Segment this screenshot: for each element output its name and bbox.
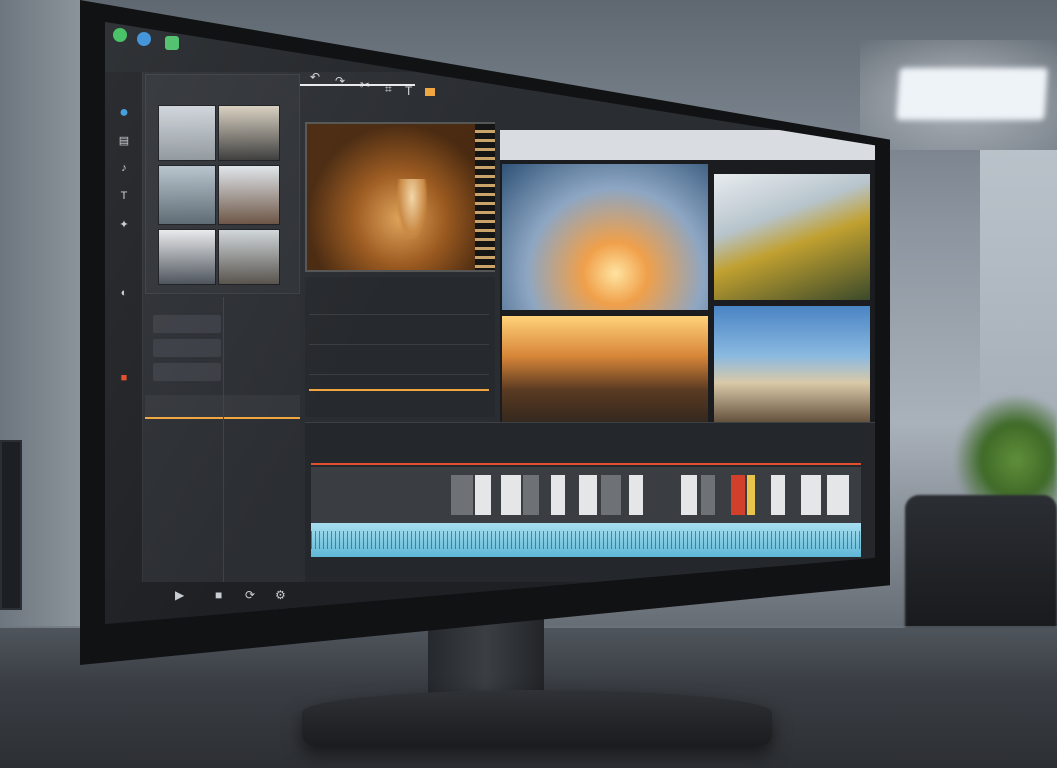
timeline-marker-line: [311, 463, 861, 465]
video-clip[interactable]: [601, 475, 621, 515]
video-clip[interactable]: [451, 475, 473, 515]
preview-tile-boat[interactable]: [712, 172, 872, 302]
left-tool-rail: [105, 72, 143, 624]
monitor-screen: ↶ ↷ ✂ ⌗ T ● ▤ ♪ T ✦ ◐ ■: [105, 22, 875, 624]
media-library-panel: [145, 74, 300, 294]
home-icon[interactable]: ●: [115, 104, 133, 121]
effects-icon[interactable]: ✦: [115, 218, 133, 232]
property-row[interactable]: [153, 315, 221, 333]
media-thumbnail[interactable]: [218, 105, 280, 161]
video-clip[interactable]: [475, 475, 491, 515]
preview-tile-street[interactable]: [500, 314, 710, 432]
properties-panel: [145, 297, 300, 617]
source-viewer[interactable]: [305, 122, 495, 272]
media-icon[interactable]: ▤: [115, 134, 133, 148]
monitor-stand-base: [302, 690, 772, 746]
control-accent-line: [309, 389, 489, 391]
color-icon[interactable]: [425, 88, 435, 96]
audio-icon[interactable]: ♪: [115, 162, 133, 176]
media-thumbnail[interactable]: [158, 165, 216, 225]
property-row[interactable]: [153, 339, 221, 357]
text-icon[interactable]: T: [405, 84, 412, 98]
preview-tile-beach[interactable]: [712, 304, 872, 432]
program-preview-grid[interactable]: [500, 132, 875, 432]
loop-icon[interactable]: ⟳: [245, 588, 255, 602]
media-thumbnail[interactable]: [218, 229, 280, 285]
media-thumbnail[interactable]: [158, 105, 216, 161]
video-clip[interactable]: [629, 475, 643, 515]
video-clip[interactable]: [501, 475, 521, 515]
source-frame-figure: [397, 179, 427, 239]
timeline-ruler[interactable]: [311, 435, 861, 447]
preview-tile-sunset[interactable]: [500, 162, 710, 312]
video-clip[interactable]: [827, 475, 849, 515]
background-monitor: [0, 440, 22, 610]
project-icon: [165, 36, 179, 50]
control-row[interactable]: [309, 327, 489, 345]
export-icon[interactable]: ■: [115, 372, 133, 386]
clip-controls-panel: [305, 277, 495, 417]
media-thumbnail[interactable]: [218, 165, 280, 225]
transition-icon[interactable]: ◐: [115, 287, 133, 301]
app-badge-icon: [137, 32, 151, 46]
property-row[interactable]: [153, 363, 221, 381]
video-track[interactable]: [311, 467, 861, 523]
video-clip-selected[interactable]: [731, 475, 745, 515]
video-clip[interactable]: [523, 475, 539, 515]
video-clip[interactable]: [681, 475, 697, 515]
titles-icon[interactable]: T: [115, 190, 133, 204]
stop-icon[interactable]: ■: [215, 588, 222, 602]
video-clip[interactable]: [771, 475, 785, 515]
video-clip[interactable]: [747, 475, 755, 515]
app-logo-icon: [113, 28, 127, 42]
video-clip[interactable]: [801, 475, 821, 515]
film-strip-edge: [475, 124, 495, 270]
video-clip[interactable]: [579, 475, 597, 515]
control-row[interactable]: [309, 357, 489, 375]
panel-divider: [223, 297, 224, 617]
ceiling-light: [896, 68, 1048, 120]
control-row[interactable]: [309, 297, 489, 315]
audio-track[interactable]: [311, 523, 861, 557]
video-clip[interactable]: [701, 475, 715, 515]
play-icon[interactable]: ▶: [175, 588, 184, 602]
undo-icon[interactable]: ↶: [310, 70, 320, 84]
video-clip[interactable]: [551, 475, 565, 515]
background-chair: [905, 495, 1057, 645]
settings-icon[interactable]: ⚙: [275, 588, 286, 602]
media-thumbnail[interactable]: [158, 229, 216, 285]
audio-waveform: [311, 531, 861, 549]
